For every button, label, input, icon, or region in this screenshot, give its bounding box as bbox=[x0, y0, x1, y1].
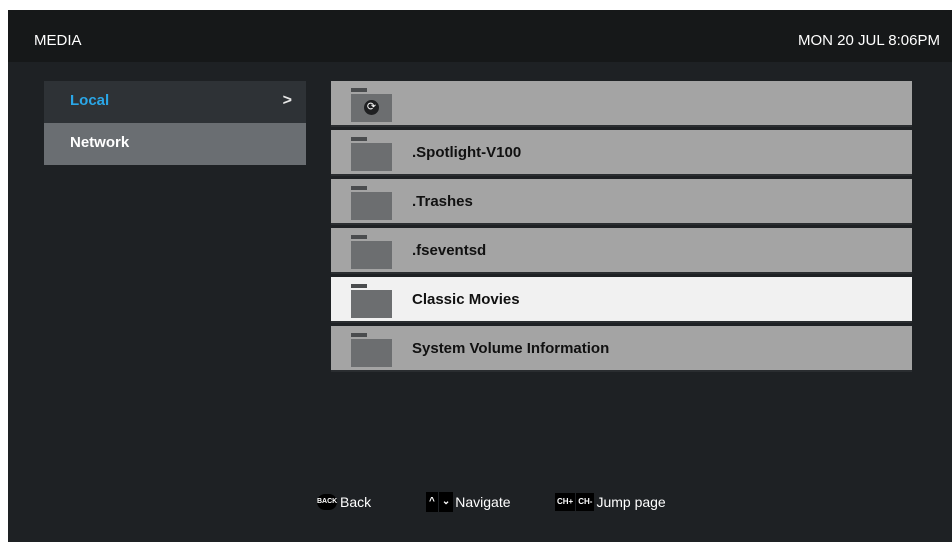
sidebar-item-label: Network bbox=[70, 134, 130, 151]
folder-icon: ⟳ bbox=[351, 88, 392, 122]
list-item-label: Classic Movies bbox=[412, 291, 520, 308]
list-item[interactable]: System Volume Information bbox=[331, 326, 912, 372]
folder-icon bbox=[351, 284, 392, 318]
header-bar: MEDIA MON 20 JUL 8:06PM bbox=[8, 10, 952, 62]
list-item-label: .fseventsd bbox=[412, 242, 487, 259]
list-item-label: System Volume Information bbox=[412, 340, 610, 357]
media-screen: MEDIA MON 20 JUL 8:06PM Local > Network … bbox=[8, 10, 952, 542]
chevron-right-icon: > bbox=[282, 92, 292, 109]
list-item-refresh[interactable]: ⟳ bbox=[331, 81, 912, 127]
list-item-label: .Trashes bbox=[412, 193, 473, 210]
sidebar-item-local[interactable]: Local > bbox=[44, 81, 306, 123]
list-item-label: .Spotlight-V100 bbox=[412, 144, 522, 161]
back-key-icon: BACK bbox=[317, 494, 337, 510]
folder-icon bbox=[351, 186, 392, 220]
back-hint[interactable]: BACK Back bbox=[317, 490, 371, 514]
list-item[interactable]: .Spotlight-V100 bbox=[331, 130, 912, 176]
back-hint-label: Back bbox=[340, 494, 372, 510]
clock: MON 20 JUL 8:06PM bbox=[798, 32, 940, 49]
sidebar: Local > Network bbox=[44, 81, 306, 165]
down-arrow-icon: ⌄ bbox=[438, 492, 454, 512]
list-item[interactable]: .Trashes bbox=[331, 179, 912, 225]
navigate-hint-label: Navigate bbox=[455, 494, 511, 510]
refresh-icon: ⟳ bbox=[364, 100, 379, 115]
sidebar-item-label: Local bbox=[70, 92, 110, 109]
page-title: MEDIA bbox=[34, 32, 82, 49]
navigate-hint: ^ ⌄ Navigate bbox=[426, 490, 511, 514]
list-item[interactable]: .fseventsd bbox=[331, 228, 912, 274]
list-item-selected[interactable]: Classic Movies bbox=[331, 277, 912, 323]
folder-icon bbox=[351, 333, 392, 367]
ch-minus-key-icon: CH- bbox=[576, 493, 595, 511]
sidebar-item-network[interactable]: Network bbox=[44, 123, 306, 165]
up-arrow-icon: ^ bbox=[426, 492, 438, 512]
ch-plus-key-icon: CH+ bbox=[555, 493, 576, 511]
folder-icon bbox=[351, 137, 392, 171]
jump-hint: CH+ CH- Jump page bbox=[555, 490, 666, 514]
key-hints: BACK Back ^ ⌄ Navigate CH+ CH- Jump page bbox=[8, 490, 952, 514]
file-list: ⟳ .Spotlight-V100 .Trashes .fseventsd Cl… bbox=[331, 81, 912, 375]
folder-icon bbox=[351, 235, 392, 269]
jump-hint-label: Jump page bbox=[596, 494, 666, 510]
